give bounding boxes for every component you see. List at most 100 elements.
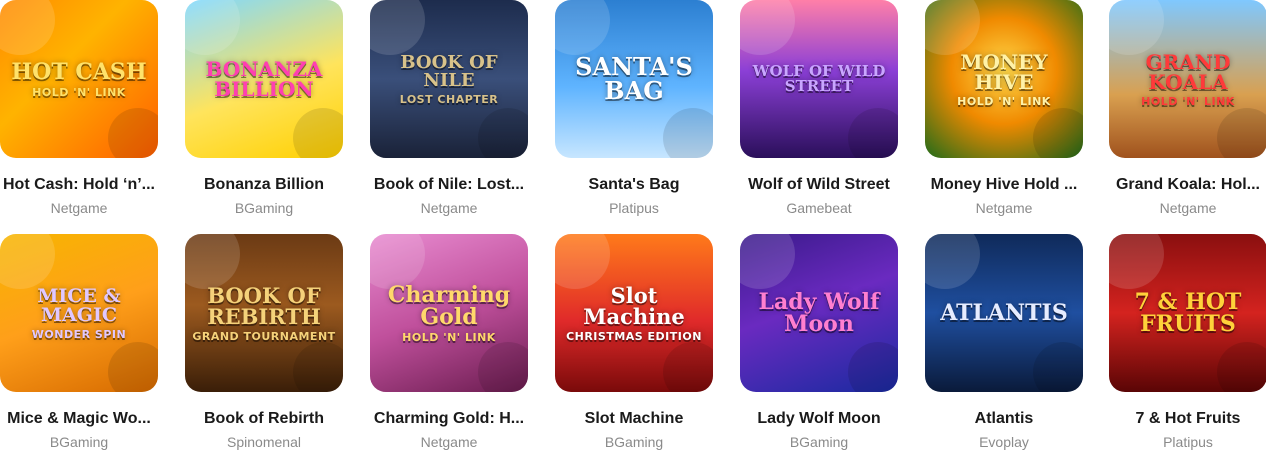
game-logo-title: Charming Gold bbox=[387, 281, 511, 330]
game-card-netgame-6[interactable]: GRAND KOALA HOLD 'N' LINK Grand Koala: Hol… bbox=[1109, 0, 1266, 216]
game-provider: Netgame bbox=[1159, 200, 1217, 216]
thumbnail-glow bbox=[740, 234, 795, 289]
game-thumbnail[interactable]: WOLF OF WILD STREET bbox=[740, 0, 898, 158]
thumbnail-glow bbox=[925, 234, 980, 289]
game-logo-text: Slot Machine CHRISTMAS EDITION bbox=[555, 285, 713, 342]
game-card-platipus-3[interactable]: SANTA'S BAG Santa's Bag Platipus bbox=[555, 0, 713, 216]
thumbnail-shade bbox=[848, 342, 898, 392]
game-thumbnail[interactable]: Charming Gold HOLD 'N' LINK bbox=[370, 234, 528, 392]
game-title[interactable]: Atlantis bbox=[925, 410, 1083, 428]
game-card-netgame-9[interactable]: Charming Gold HOLD 'N' LINK Charming Gold:… bbox=[370, 234, 528, 450]
game-logo-subtitle: CHRISTMAS EDITION bbox=[566, 329, 702, 343]
game-title[interactable]: Charming Gold: H... bbox=[370, 410, 528, 428]
thumbnail-shade bbox=[848, 108, 898, 158]
game-thumbnail[interactable]: SANTA'S BAG bbox=[555, 0, 713, 158]
game-thumbnail[interactable]: Lady Wolf Moon bbox=[740, 234, 898, 392]
thumbnail-shade bbox=[1033, 342, 1083, 392]
game-logo-title: BONANZA BILLION bbox=[205, 57, 323, 101]
thumbnail-shade bbox=[108, 108, 158, 158]
thumbnail-glow bbox=[1109, 234, 1164, 289]
game-title[interactable]: Mice & Magic Wo... bbox=[0, 410, 158, 428]
game-logo-text: MICE & MAGIC WONDER SPIN bbox=[0, 284, 158, 341]
game-logo-text: MONEY HIVE HOLD 'N' LINK bbox=[925, 52, 1083, 107]
game-thumbnail[interactable]: HOT CASH HOLD 'N' LINK bbox=[0, 0, 158, 158]
game-title[interactable]: Wolf of Wild Street bbox=[740, 176, 898, 194]
game-logo-subtitle: HOLD 'N' LINK bbox=[957, 94, 1051, 108]
game-thumbnail[interactable]: GRAND KOALA HOLD 'N' LINK bbox=[1109, 0, 1266, 158]
game-provider: BGaming bbox=[604, 434, 664, 450]
game-logo-text: SANTA'S BAG bbox=[555, 55, 713, 103]
game-logo-subtitle: HOLD 'N' LINK bbox=[32, 85, 126, 99]
game-thumbnail[interactable]: BONANZA BILLION bbox=[185, 0, 343, 158]
thumbnail-glow bbox=[185, 234, 240, 289]
thumbnail-glow bbox=[0, 234, 55, 289]
thumbnail-glow bbox=[925, 0, 980, 55]
game-title[interactable]: Slot Machine bbox=[555, 410, 713, 428]
game-thumbnail[interactable]: MICE & MAGIC WONDER SPIN bbox=[0, 234, 158, 392]
thumbnail-glow bbox=[185, 0, 240, 55]
thumbnail-glow bbox=[0, 0, 55, 55]
thumbnail-shade bbox=[663, 108, 713, 158]
game-logo-text: BONANZA BILLION bbox=[185, 59, 343, 99]
game-logo-subtitle: GRAND TOURNAMENT bbox=[192, 329, 336, 343]
thumbnail-shade bbox=[108, 342, 158, 392]
game-thumbnail[interactable]: MONEY HIVE HOLD 'N' LINK bbox=[925, 0, 1083, 158]
thumbnail-shade bbox=[478, 342, 528, 392]
game-logo-title: SANTA'S BAG bbox=[575, 52, 693, 105]
game-card-bgaming-7[interactable]: MICE & MAGIC WONDER SPIN Mice & Magic Wo..… bbox=[0, 234, 158, 450]
thumbnail-shade bbox=[663, 342, 713, 392]
game-logo-text: 7 & HOT FRUITS bbox=[1109, 291, 1266, 335]
thumbnail-glow bbox=[555, 234, 610, 289]
game-grid: HOT CASH HOLD 'N' LINK Hot Cash: Hold ‘n’.… bbox=[0, 0, 1266, 455]
game-logo-text: HOT CASH HOLD 'N' LINK bbox=[5, 61, 152, 98]
thumbnail-shade bbox=[293, 108, 343, 158]
game-thumbnail[interactable]: ATLANTIS bbox=[925, 234, 1083, 392]
game-provider: BGaming bbox=[234, 200, 294, 216]
game-logo-subtitle: HOLD 'N' LINK bbox=[1141, 94, 1235, 108]
game-title[interactable]: Santa's Bag bbox=[555, 176, 713, 194]
game-logo-title: 7 & HOT FRUITS bbox=[1134, 289, 1242, 337]
game-logo-title: Slot Machine bbox=[583, 282, 685, 329]
game-thumbnail[interactable]: Slot Machine CHRISTMAS EDITION bbox=[555, 234, 713, 392]
game-card-gamebeat-4[interactable]: WOLF OF WILD STREET Wolf of Wild Street Ga… bbox=[740, 0, 898, 216]
game-card-spinomenal-8[interactable]: BOOK OF REBIRTH GRAND TOURNAMENT Book of R… bbox=[185, 234, 343, 450]
game-card-bgaming-10[interactable]: Slot Machine CHRISTMAS EDITION Slot Machin… bbox=[555, 234, 713, 450]
game-title[interactable]: Grand Koala: Hol... bbox=[1109, 176, 1266, 194]
game-provider: Gamebeat bbox=[786, 200, 852, 216]
game-logo-title: MONEY HIVE bbox=[960, 49, 1048, 94]
game-title[interactable]: Money Hive Hold ... bbox=[925, 176, 1083, 194]
game-card-netgame-0[interactable]: HOT CASH HOLD 'N' LINK Hot Cash: Hold ‘n’.… bbox=[0, 0, 158, 216]
game-title[interactable]: Book of Nile: Lost... bbox=[370, 176, 528, 194]
game-logo-title: MICE & MAGIC bbox=[37, 284, 121, 326]
game-thumbnail[interactable]: BOOK OF NILE LOST CHAPTER bbox=[370, 0, 528, 158]
game-logo-text: Charming Gold HOLD 'N' LINK bbox=[370, 284, 528, 343]
game-card-netgame-2[interactable]: BOOK OF NILE LOST CHAPTER Book of Nile: Lo… bbox=[370, 0, 528, 216]
thumbnail-shade bbox=[1033, 108, 1083, 158]
game-title[interactable]: 7 & Hot Fruits bbox=[1109, 410, 1266, 428]
game-provider: BGaming bbox=[789, 434, 849, 450]
thumbnail-glow bbox=[555, 0, 610, 55]
game-logo-subtitle: WONDER SPIN bbox=[31, 327, 127, 341]
game-card-platipus-13[interactable]: 7 & HOT FRUITS 7 & Hot Fruits Platipus bbox=[1109, 234, 1266, 450]
game-logo-text: ATLANTIS bbox=[934, 302, 1073, 324]
game-logo-text: WOLF OF WILD STREET bbox=[740, 64, 898, 94]
game-provider: Netgame bbox=[420, 200, 478, 216]
game-title[interactable]: Bonanza Billion bbox=[185, 176, 343, 194]
game-title[interactable]: Lady Wolf Moon bbox=[740, 410, 898, 428]
game-thumbnail[interactable]: 7 & HOT FRUITS bbox=[1109, 234, 1266, 392]
game-title[interactable]: Book of Rebirth bbox=[185, 410, 343, 428]
thumbnail-glow bbox=[370, 0, 425, 55]
game-provider: Netgame bbox=[975, 200, 1033, 216]
game-card-evoplay-12[interactable]: ATLANTIS Atlantis Evoplay bbox=[925, 234, 1083, 450]
game-logo-title: ATLANTIS bbox=[940, 300, 1068, 326]
game-card-bgaming-1[interactable]: BONANZA BILLION Bonanza Billion BGaming bbox=[185, 0, 343, 216]
thumbnail-shade bbox=[478, 108, 528, 158]
game-card-bgaming-11[interactable]: Lady Wolf Moon Lady Wolf Moon BGaming bbox=[740, 234, 898, 450]
game-logo-title: WOLF OF WILD STREET bbox=[752, 62, 886, 95]
game-card-netgame-5[interactable]: MONEY HIVE HOLD 'N' LINK Money Hive Hold .… bbox=[925, 0, 1083, 216]
game-logo-subtitle: LOST CHAPTER bbox=[399, 92, 499, 106]
game-thumbnail[interactable]: BOOK OF REBIRTH GRAND TOURNAMENT bbox=[185, 234, 343, 392]
game-provider: Spinomenal bbox=[227, 434, 301, 450]
game-title[interactable]: Hot Cash: Hold ‘n’... bbox=[0, 176, 158, 194]
game-logo-text: Lady Wolf Moon bbox=[740, 291, 898, 335]
